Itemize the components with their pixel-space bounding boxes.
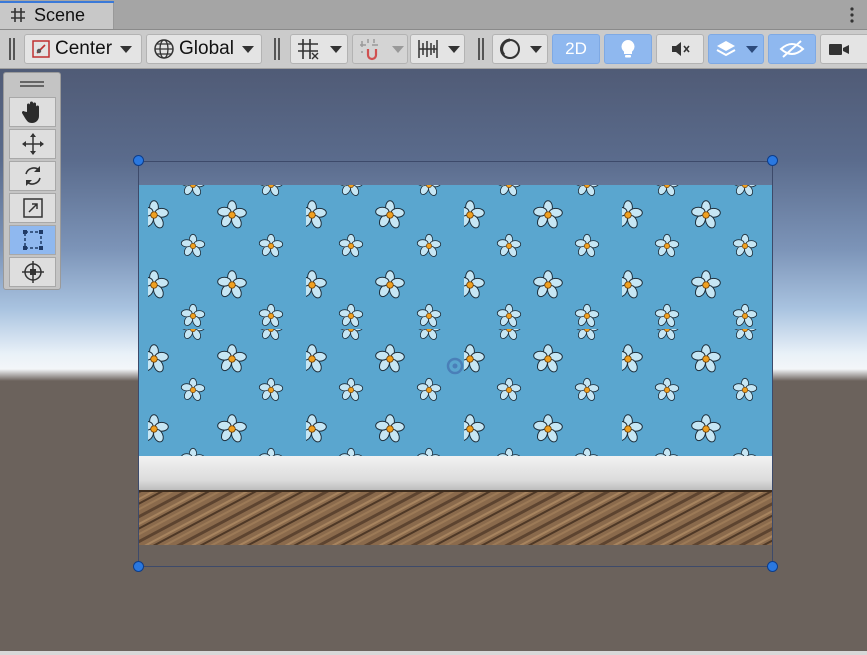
tools-overlay: [3, 72, 61, 290]
snap-settings-dropdown[interactable]: [410, 34, 465, 64]
increment-snapping-toggle[interactable]: [352, 34, 408, 64]
scale-tool-button[interactable]: [9, 193, 56, 223]
scene-toolbar: Center Global 2D: [0, 30, 867, 69]
tab-bar: Scene: [0, 0, 867, 30]
grid-icon: [11, 8, 25, 22]
pivot-handle-icon[interactable]: [446, 357, 464, 375]
camera-icon: [829, 44, 849, 55]
move-tool-button[interactable]: [9, 129, 56, 159]
chevron-down-icon: [746, 45, 758, 53]
globe-icon: [154, 39, 174, 59]
chevron-down-icon: [530, 45, 542, 53]
grid-snapping-toggle[interactable]: [290, 34, 348, 64]
chevron-down-icon: [448, 45, 460, 53]
2d-mode-toggle[interactable]: 2D: [552, 34, 600, 64]
rect-handle-top-right[interactable]: [767, 155, 778, 166]
rect-handle-bottom-left[interactable]: [133, 561, 144, 572]
grid-snap-icon: [298, 39, 319, 60]
rect-handle-bottom-right[interactable]: [767, 561, 778, 572]
ruler-icon: [418, 40, 438, 58]
lightbulb-icon: [621, 40, 635, 58]
toolbar-separator: [274, 38, 280, 60]
hand-icon: [21, 101, 39, 123]
pivot-rotation-label: Global: [179, 38, 234, 59]
tab-label: Scene: [34, 5, 86, 25]
rect-handle-top-left[interactable]: [133, 155, 144, 166]
effects-toggle[interactable]: [708, 34, 764, 64]
pivot-mode-label: Center: [55, 38, 113, 59]
audio-mute-icon: [672, 42, 690, 56]
rect-tool-icon: [22, 230, 43, 250]
sphere-icon: [500, 38, 520, 59]
visibility-off-icon: [779, 40, 805, 58]
rotate-tool-button[interactable]: [9, 161, 56, 191]
chevron-down-icon: [330, 45, 342, 53]
tab-accent: [0, 1, 114, 3]
move-icon: [21, 133, 44, 155]
kebab-icon[interactable]: [849, 7, 855, 23]
pivot-rotation-dropdown[interactable]: Global: [146, 34, 262, 64]
transform-icon: [21, 261, 44, 283]
chevron-down-icon: [120, 45, 133, 53]
audio-toggle[interactable]: [656, 34, 704, 64]
hand-tool-button[interactable]: [9, 97, 56, 127]
toolbar-separator: [478, 38, 484, 60]
transform-tool-button[interactable]: [9, 257, 56, 287]
rotate-icon: [24, 166, 41, 186]
pivot-icon: [32, 40, 50, 58]
scale-icon: [22, 198, 43, 218]
camera-settings-dropdown[interactable]: [820, 34, 867, 64]
viewport-bottom-border: [0, 651, 867, 655]
chevron-down-icon: [392, 45, 404, 53]
pivot-mode-dropdown[interactable]: Center: [24, 34, 142, 64]
scene-visibility-toggle[interactable]: [768, 34, 816, 64]
rect-tool-button[interactable]: [9, 225, 56, 255]
lighting-toggle[interactable]: [604, 34, 652, 64]
magnet-icon: [360, 39, 378, 61]
tab-scene[interactable]: Scene: [0, 1, 114, 29]
layers-icon: [716, 41, 736, 57]
draw-mode-dropdown[interactable]: [492, 34, 548, 64]
tools-drag-handle[interactable]: [20, 81, 44, 87]
toolbar-grip[interactable]: [9, 38, 15, 60]
chevron-down-icon: [241, 45, 254, 53]
2d-mode-label: 2D: [565, 39, 587, 58]
